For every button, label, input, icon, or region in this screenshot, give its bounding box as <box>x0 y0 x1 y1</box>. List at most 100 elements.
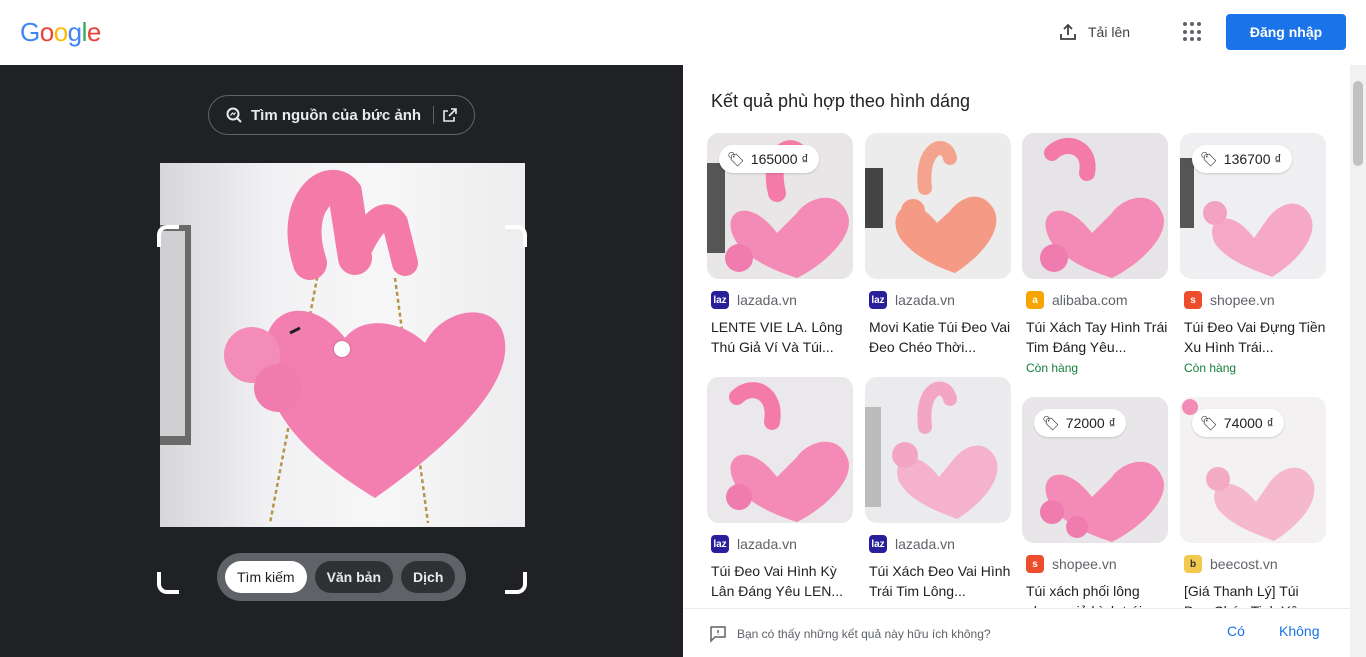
upload-button[interactable]: Tải lên <box>1058 20 1130 44</box>
price-value: 136700 ₫ <box>1223 151 1282 167</box>
result-card[interactable]: laz lazada.vn Túi Xách Đeo Vai Hình Trái … <box>865 377 1011 601</box>
price-tag: 🏷 165000 ₫ <box>719 145 819 173</box>
source-domain: lazada.vn <box>737 536 797 552</box>
price-value: 72000 ₫ <box>1065 415 1116 431</box>
beecost-favicon: b <box>1184 555 1202 573</box>
result-card[interactable]: laz lazada.vn Movi Katie Túi Đeo Vai Đeo … <box>865 133 1011 357</box>
result-source: a alibaba.com <box>1022 291 1168 309</box>
top-header: Google Tải lên Đăng nhập <box>0 0 1366 65</box>
result-card[interactable]: laz lazada.vn Túi Đeo Vai Hình Kỳ Lân Đán… <box>707 377 853 601</box>
open-in-new-icon <box>443 108 457 122</box>
result-thumbnail[interactable] <box>865 377 1011 523</box>
results-scrollbar[interactable] <box>1350 65 1366 657</box>
result-title[interactable]: Túi Đeo Vai Hình Kỳ Lân Đáng Yêu LEN... <box>707 561 853 601</box>
price-tag: 🏷 74000 ₫ <box>1192 409 1284 437</box>
result-source: laz lazada.vn <box>865 291 1011 309</box>
mode-translate-tab[interactable]: Dịch <box>401 561 456 593</box>
logo-letter: G <box>20 17 40 47</box>
query-image[interactable] <box>160 163 525 527</box>
price-value: 165000 ₫ <box>750 151 809 167</box>
results-pane: Kết quả phù hợp theo hình dáng 🏷 165000 ₫… <box>683 65 1366 657</box>
result-source: laz lazada.vn <box>707 291 853 309</box>
upload-label: Tải lên <box>1088 24 1131 40</box>
result-image <box>1022 133 1168 279</box>
mode-text-tab[interactable]: Văn bản <box>314 561 394 593</box>
price-tag: 🏷 136700 ₫ <box>1192 145 1292 173</box>
feedback-question-text: Bạn có thấy những kết quả này hữu ích kh… <box>737 627 991 641</box>
result-image <box>865 377 1011 523</box>
source-domain: beecost.vn <box>1210 556 1278 572</box>
source-domain: lazada.vn <box>895 536 955 552</box>
result-thumbnail[interactable]: 🏷 136700 ₫ <box>1180 133 1326 279</box>
feedback-icon <box>710 626 726 643</box>
result-thumbnail[interactable]: 🏷 72000 ₫ <box>1022 397 1168 543</box>
result-source: laz lazada.vn <box>865 535 1011 553</box>
price-tag: 🏷 72000 ₫ <box>1034 409 1126 437</box>
source-domain: alibaba.com <box>1052 292 1128 308</box>
result-thumbnail[interactable] <box>1022 133 1168 279</box>
mode-switcher: Tìm kiếm Văn bản Dịch <box>217 553 466 601</box>
logo-letter: o <box>39 17 54 47</box>
source-domain: lazada.vn <box>895 292 955 308</box>
result-title[interactable]: Movi Katie Túi Đeo Vai Đeo Chéo Thời... <box>865 317 1011 357</box>
result-title[interactable]: Túi Xách Đeo Vai Hình Trái Tim Lông... <box>865 561 1011 601</box>
divider <box>433 106 435 124</box>
price-value: 74000 ₫ <box>1223 415 1274 431</box>
logo-letter: o <box>53 17 68 47</box>
result-source: s shopee.vn <box>1022 555 1168 573</box>
result-source: laz lazada.vn <box>707 535 853 553</box>
result-thumbnail[interactable] <box>707 377 853 523</box>
find-image-source-button[interactable]: Tìm nguồn của bức ảnh <box>208 95 475 135</box>
lazada-favicon: laz <box>869 291 887 309</box>
feedback-question: Bạn có thấy những kết quả này hữu ích kh… <box>709 625 991 643</box>
crop-handle-top-right[interactable] <box>505 225 527 247</box>
signin-button[interactable]: Đăng nhập <box>1226 14 1346 50</box>
crop-handle-bottom-left[interactable] <box>157 572 179 594</box>
apps-grid-icon[interactable] <box>1183 22 1203 42</box>
find-source-label: Tìm nguồn của bức ảnh <box>251 106 422 124</box>
feedback-bar: Bạn có thấy những kết quả này hữu ích kh… <box>683 608 1350 657</box>
image-viewer-pane: Tìm nguồn của bức ảnh Tìm kiếm Văn bản D… <box>0 65 683 657</box>
in-stock-label: Còn hàng <box>1026 361 1079 375</box>
focus-point-dot[interactable] <box>334 341 350 357</box>
result-thumbnail[interactable]: 🏷 74000 ₫ <box>1180 397 1326 543</box>
result-image <box>865 133 1011 279</box>
lazada-favicon: laz <box>711 291 729 309</box>
source-domain: lazada.vn <box>737 292 797 308</box>
result-thumbnail[interactable]: 🏷 165000 ₫ <box>707 133 853 279</box>
shopee-favicon: s <box>1184 291 1202 309</box>
lazada-favicon: laz <box>869 535 887 553</box>
scrollbar-thumb[interactable] <box>1353 81 1363 166</box>
upload-icon <box>1060 23 1076 40</box>
result-thumbnail[interactable] <box>865 133 1011 279</box>
feedback-yes-button[interactable]: Có <box>1227 623 1245 639</box>
result-title[interactable]: Túi Xách Tay Hình Trái Tim Đáng Yêu... <box>1022 317 1168 357</box>
lazada-favicon: laz <box>711 535 729 553</box>
result-source: s shopee.vn <box>1180 291 1326 309</box>
result-title[interactable]: Túi Đeo Vai Đựng Tiền Xu Hình Trái... <box>1180 317 1326 357</box>
result-title[interactable]: LENTE VIE LA. Lông Thú Giả Ví Và Túi... <box>707 317 853 357</box>
tag-icon: 🏷 <box>1200 150 1218 167</box>
crop-handle-top-left[interactable] <box>157 225 179 247</box>
result-image <box>707 377 853 523</box>
feedback-no-button[interactable]: Không <box>1279 623 1319 639</box>
result-card[interactable]: a alibaba.com Túi Xách Tay Hình Trái Tim … <box>1022 133 1168 375</box>
source-domain: shopee.vn <box>1052 556 1117 572</box>
tag-icon: 🏷 <box>727 150 745 167</box>
tag-icon: 🏷 <box>1200 414 1218 431</box>
result-card[interactable]: 🏷 136700 ₫ s shopee.vn Túi Đeo Vai Đựng Ti… <box>1180 133 1326 375</box>
shopee-favicon: s <box>1026 555 1044 573</box>
search-image-icon <box>226 107 242 123</box>
source-domain: shopee.vn <box>1210 292 1275 308</box>
logo-letter: g <box>67 17 82 47</box>
tag-icon: 🏷 <box>1042 414 1060 431</box>
result-card[interactable]: 🏷72000 ₫ sshopee.vn Túi xách phối lông n… <box>1022 397 1168 621</box>
google-logo[interactable]: Google <box>20 17 101 48</box>
result-card[interactable]: 🏷 165000 ₫ laz lazada.vn LENTE VIE LA. Lôn… <box>707 133 853 357</box>
results-heading: Kết quả phù hợp theo hình dáng <box>711 91 971 111</box>
crop-handle-bottom-right[interactable] <box>505 572 527 594</box>
alibaba-favicon: a <box>1026 291 1044 309</box>
result-card[interactable]: 🏷 74000 ₫ b beecost.vn [Giá Thanh Lý] Túi … <box>1180 397 1326 621</box>
mode-search-tab[interactable]: Tìm kiếm <box>225 561 307 593</box>
in-stock-label: Còn hàng <box>1184 361 1237 375</box>
